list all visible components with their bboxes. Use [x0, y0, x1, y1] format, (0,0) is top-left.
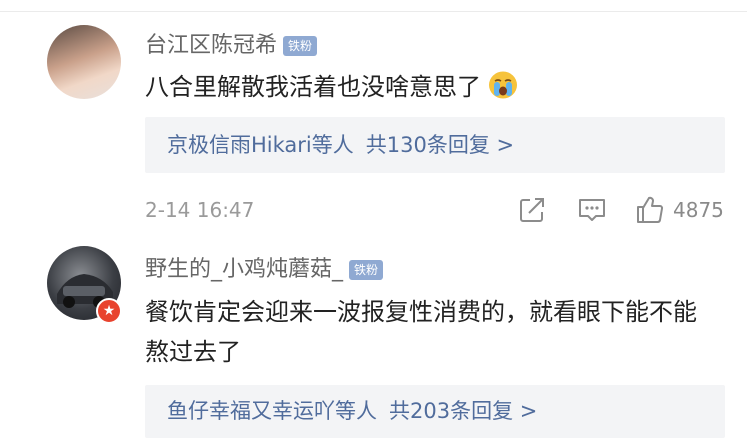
comment-text: 餐饮肯定会迎来一波报复性消费的，就看眼下能不能熬过去了	[145, 298, 697, 366]
thumbs-up-icon	[635, 195, 665, 225]
username[interactable]: 野生的_小鸡炖蘑菇_	[145, 255, 343, 285]
crying-face-icon	[487, 70, 519, 100]
comment-text-body: 八合里解散我活着也没啥意思了	[145, 73, 481, 101]
comment-item: ★ 野生的_小鸡炖蘑菇_ 铁粉 餐饮肯定会迎来一波报复性消费的，就看眼下能不能熬…	[0, 236, 747, 438]
fan-badge: 铁粉	[283, 36, 318, 56]
timestamp: 2-14 16:47	[145, 198, 255, 222]
comment-text: 八合里解散我活着也没啥意思了	[145, 67, 720, 107]
fan-badge: 铁粉	[349, 260, 384, 280]
username[interactable]: 台江区陈冠希	[145, 31, 277, 61]
replies-count: 共130条回复 >	[365, 133, 515, 157]
replies-summary-link[interactable]: 京极信雨Hikari等人 共130条回复 >	[145, 117, 725, 173]
vip-star-icon: ★	[96, 298, 122, 324]
replies-summary-link[interactable]: 鱼仔幸福又幸运吖等人 共203条回复 >	[145, 385, 725, 438]
comment-header: 台江区陈冠希 铁粉	[145, 31, 318, 61]
comment-header: 野生的_小鸡炖蘑菇_ 铁粉	[145, 255, 384, 285]
comment-actions: 2-14 16:47 4875	[145, 195, 735, 225]
replies-names: 鱼仔幸福又幸运吖等人	[167, 399, 377, 423]
like-count: 4875	[673, 198, 724, 222]
avatar[interactable]	[47, 25, 121, 99]
share-icon[interactable]	[517, 195, 547, 225]
replies-count: 共203条回复 >	[389, 399, 538, 423]
comment-icon[interactable]	[577, 195, 607, 225]
like-button[interactable]: 4875	[635, 195, 724, 225]
comment-item: 台江区陈冠希 铁粉 八合里解散我活着也没啥意思了 京极信雨Hikari等人 共13…	[0, 13, 747, 235]
replies-names: 京极信雨Hikari等人	[167, 133, 354, 157]
divider	[0, 0, 747, 12]
